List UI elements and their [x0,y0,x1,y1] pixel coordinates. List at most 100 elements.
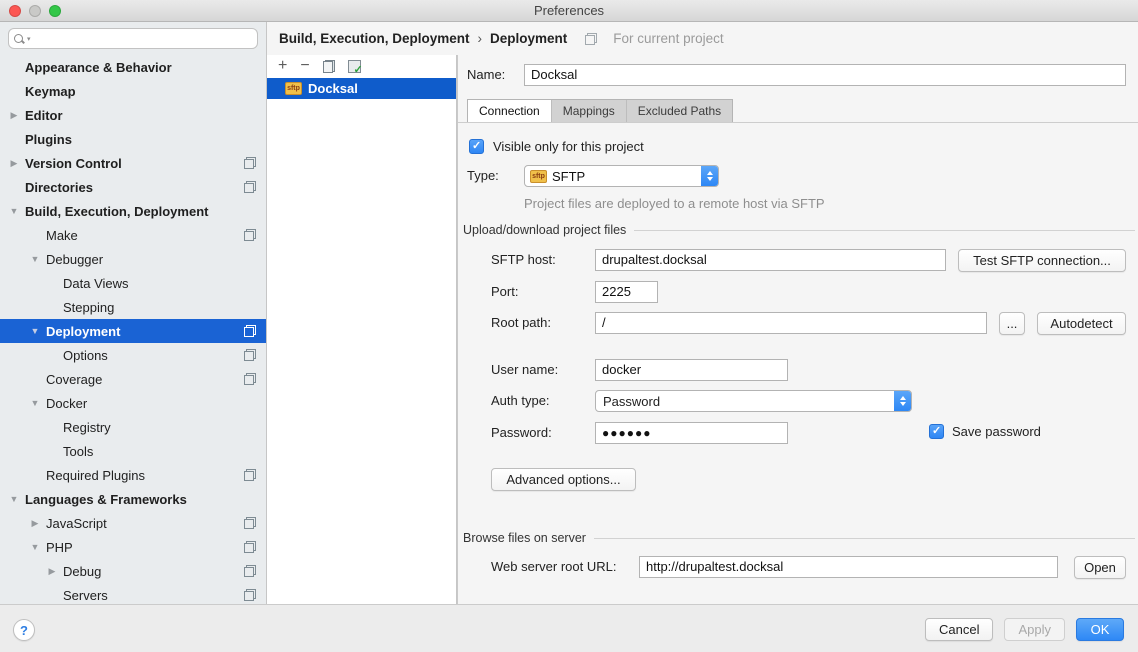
window-title: Preferences [0,3,1138,18]
duplicate-server-icon[interactable] [323,60,335,73]
upload-section-header: Upload/download project files [463,223,1135,237]
project-icon [244,349,256,361]
sidebar-item-editor[interactable]: ▶Editor [0,103,266,127]
name-input[interactable]: Docksal [524,64,1126,86]
user-name-input[interactable]: docker [595,359,788,381]
apply-button[interactable]: Apply [1004,618,1065,641]
sidebar-item-build-execution-deployment[interactable]: ▼ Build, Execution, Deployment [0,199,266,223]
sidebar-item-registry[interactable]: Registry [0,415,266,439]
tab-mappings[interactable]: Mappings [552,100,627,122]
auth-type-value: Password [603,394,660,409]
sidebar-item-label: Debugger [46,252,103,267]
project-icon [244,181,256,193]
sidebar-item-label: Plugins [25,132,72,147]
use-as-default-icon[interactable] [348,60,361,73]
sidebar-item-label: PHP [46,540,73,555]
servers-list-panel: + − sftp Docksal [267,55,457,604]
sidebar-item-required-plugins[interactable]: Required Plugins [0,463,266,487]
sidebar-item-label: Docker [46,396,87,411]
sftp-host-input[interactable]: drupaltest.docksal [595,249,946,271]
sidebar-item-servers[interactable]: Servers [0,583,266,604]
add-server-button[interactable]: + [278,58,287,74]
sidebar-item-label: Servers [63,588,108,603]
breadcrumb-separator: › [478,31,483,46]
chevron-right-icon[interactable]: ▶ [29,518,41,529]
sidebar-item-label: Stepping [63,300,114,315]
password-input[interactable]: ●●●●●● [595,422,788,444]
sidebar-item-coverage[interactable]: Coverage [0,367,266,391]
sidebar-item-deployment[interactable]: ▼Deployment [0,319,266,343]
autodetect-button[interactable]: Autodetect [1037,312,1126,335]
chevron-down-icon[interactable]: ▼ [29,254,41,264]
port-input[interactable]: 2225 [595,281,658,303]
deployment-form: Name: Docksal ConnectionMappingsExcluded… [457,55,1138,604]
chevron-down-icon[interactable]: ▼ [8,206,20,216]
sidebar-item-appearance-behavior[interactable]: Appearance & Behavior [0,55,266,79]
server-list-item[interactable]: sftp Docksal [267,78,456,99]
chevron-down-icon[interactable]: ▼ [8,494,20,504]
for-current-project: For current project [585,31,723,46]
tab-bar: ConnectionMappingsExcluded Paths [467,99,733,122]
section-rule [594,538,1135,539]
sidebar-item-make[interactable]: Make [0,223,266,247]
auth-type-label: Auth type: [491,390,550,412]
sidebar-item-label: JavaScript [46,516,107,531]
project-icon [244,373,256,385]
sidebar-item-tools[interactable]: Tools [0,439,266,463]
sftp-host-label: SFTP host: [491,249,556,271]
sidebar-item-label: Build, Execution, Deployment [25,204,208,219]
sidebar-item-options[interactable]: Options [0,343,266,367]
chevron-right-icon[interactable]: ▶ [8,110,20,121]
sidebar-item-version-control[interactable]: ▶Version Control [0,151,266,175]
settings-sidebar: ▾ Appearance & Behavior Keymap▶Editor Plug… [0,22,267,604]
chevron-right-icon[interactable]: ▶ [46,566,58,577]
project-icon [244,469,256,481]
open-url-button[interactable]: Open [1074,556,1126,579]
sidebar-item-stepping[interactable]: Stepping [0,295,266,319]
advanced-options-button[interactable]: Advanced options... [491,468,636,491]
test-sftp-connection-button[interactable]: Test SFTP connection... [958,249,1126,272]
sidebar-item-javascript[interactable]: ▶ JavaScript [0,511,266,535]
root-path-input[interactable]: / [595,312,987,334]
sidebar-item-directories[interactable]: Directories [0,175,266,199]
sftp-icon: sftp [285,82,302,95]
sidebar-item-plugins[interactable]: Plugins [0,127,266,151]
web-root-label: Web server root URL: [491,556,616,578]
sidebar-item-languages-frameworks[interactable]: ▼Languages & Frameworks [0,487,266,511]
type-select[interactable]: sftp SFTP [524,165,719,187]
chevron-down-icon: ▾ [27,35,31,43]
password-label: Password: [491,422,552,444]
save-password-checkbox[interactable] [929,424,944,439]
visible-only-checkbox[interactable] [469,139,484,154]
server-name: Docksal [308,81,358,96]
servers-toolbar: + − [267,55,456,77]
tab-excluded-paths[interactable]: Excluded Paths [627,100,732,122]
breadcrumb-part1[interactable]: Build, Execution, Deployment [279,31,470,46]
name-label: Name: [467,64,505,86]
chevron-down-icon[interactable]: ▼ [29,542,41,552]
chevron-down-icon[interactable]: ▼ [29,326,41,336]
tab-connection[interactable]: Connection [468,100,552,122]
sidebar-item-label: Directories [25,180,93,195]
browse-root-path-button[interactable]: ... [999,312,1025,335]
sidebar-item-debug[interactable]: ▶Debug [0,559,266,583]
sidebar-item-debugger[interactable]: ▼ Debugger [0,247,266,271]
search-icon [14,34,24,44]
chevron-down-icon[interactable]: ▼ [29,398,41,408]
sidebar-item-keymap[interactable]: Keymap [0,79,266,103]
auth-type-select[interactable]: Password [595,390,912,412]
search-input[interactable]: ▾ [8,28,258,49]
project-icon [244,565,256,577]
cancel-button[interactable]: Cancel [925,618,993,641]
ok-button[interactable]: OK [1076,618,1124,641]
upload-section-title: Upload/download project files [463,223,626,237]
sidebar-item-php[interactable]: ▼ PHP [0,535,266,559]
sidebar-item-docker[interactable]: ▼ Docker [0,391,266,415]
type-label: Type: [467,165,499,187]
web-root-input[interactable]: http://drupaltest.docksal [639,556,1058,578]
remove-server-button[interactable]: − [300,58,309,74]
chevron-right-icon[interactable]: ▶ [8,158,20,169]
sidebar-item-label: Appearance & Behavior [25,60,172,75]
sidebar-item-data-views[interactable]: Data Views [0,271,266,295]
help-button[interactable]: ? [13,619,35,641]
